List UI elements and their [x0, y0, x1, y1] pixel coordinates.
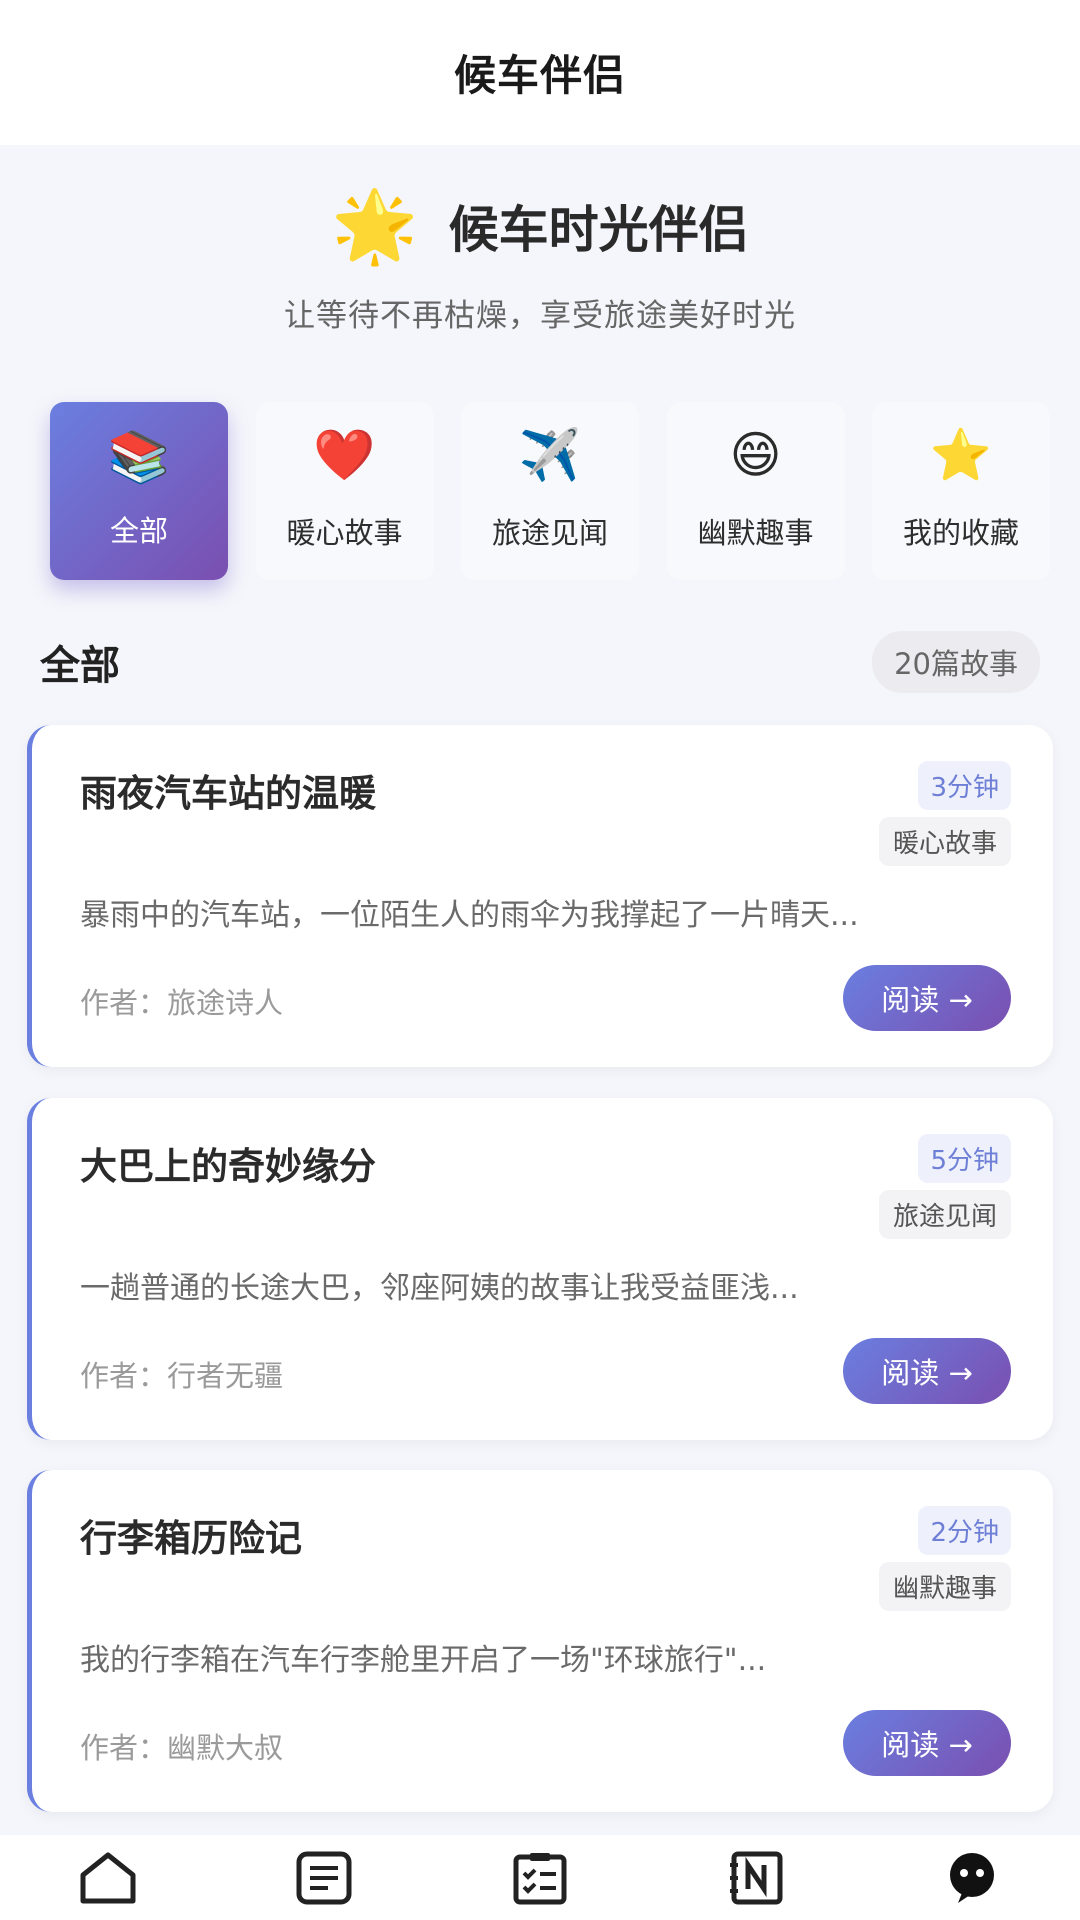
category-travel[interactable]: ✈️ 旅途见闻 — [461, 402, 639, 580]
tab-chat[interactable] — [912, 1835, 1032, 1920]
heart-icon: ❤️ — [313, 426, 376, 484]
books-icon: 📚 — [107, 428, 171, 486]
story-card[interactable]: 大巴上的奇妙缘分 5分钟 旅途见闻 一趟普通的长途大巴，邻座阿姨的故事让我受益匪… — [27, 1098, 1053, 1440]
section-title: 全部 — [40, 643, 120, 689]
category-label: 全部 — [109, 514, 168, 548]
story-title: 大巴上的奇妙缘分 — [80, 1145, 376, 1188]
checklist-icon — [513, 1852, 567, 1904]
read-time-badge: 2分钟 — [918, 1506, 1011, 1555]
category-label: 幽默趣事 — [697, 516, 814, 550]
category-label: 我的收藏 — [902, 516, 1019, 550]
category-badge: 幽默趣事 — [878, 1562, 1011, 1611]
home-icon — [80, 1852, 136, 1903]
bottom-tab-bar — [0, 1835, 1080, 1920]
tab-tasks[interactable] — [480, 1835, 600, 1920]
story-card[interactable]: 行李箱历险记 2分钟 幽默趣事 我的行李箱在汽车行李舱里开启了一场"环球旅行".… — [27, 1470, 1053, 1812]
category-humor[interactable]: 😄 幽默趣事 — [666, 402, 845, 580]
section-header: 全部 20篇故事 — [40, 631, 1040, 693]
story-excerpt: 暴雨中的汽车站，一位陌生人的雨伞为我撑起了一片晴天... — [80, 898, 859, 933]
smile-icon: 😄 — [729, 426, 782, 484]
hero-subtitle: 让等待不再枯燥，享受旅途美好时光 — [284, 298, 796, 334]
story-excerpt: 我的行李箱在汽车行李舱里开启了一场"环球旅行"... — [80, 1643, 767, 1678]
top-nav-bar: 候车伴侣 — [0, 0, 1080, 145]
read-time-badge: 3分钟 — [918, 761, 1011, 810]
story-card[interactable]: 雨夜汽车站的温暖 3分钟 暖心故事 暴雨中的汽车站，一位陌生人的雨伞为我撑起了一… — [27, 725, 1053, 1067]
category-favorites[interactable]: ⭐ 我的收藏 — [872, 402, 1050, 580]
category-tabs: 📚 全部 ❤️ 暖心故事 ✈️ 旅途见闻 😄 幽默趣事 ⭐ 我的收藏 — [50, 402, 1050, 580]
star-icon: ⭐ — [929, 426, 993, 484]
category-label: 旅途见闻 — [491, 516, 608, 550]
tab-stories[interactable] — [264, 1835, 384, 1920]
story-title: 雨夜汽车站的温暖 — [80, 772, 376, 815]
category-all[interactable]: 📚 全部 — [50, 402, 228, 580]
hero-title: 候车时光伴侣 — [448, 201, 749, 259]
story-title: 行李箱历险记 — [80, 1517, 302, 1560]
airplane-icon: ✈️ — [518, 426, 582, 484]
story-author: 作者：幽默大叔 — [80, 1731, 284, 1765]
story-author: 作者：旅途诗人 — [80, 986, 284, 1020]
story-author: 作者：行者无疆 — [80, 1359, 284, 1393]
tab-home[interactable] — [48, 1835, 168, 1920]
notebook-icon — [730, 1851, 783, 1904]
read-button[interactable]: 阅读 → — [843, 965, 1011, 1031]
category-label: 暖心故事 — [286, 516, 403, 550]
hero-row: 🌟 候车时光伴侣 — [0, 190, 1080, 262]
read-button[interactable]: 阅读 → — [843, 1710, 1011, 1776]
read-button[interactable]: 阅读 → — [843, 1338, 1011, 1404]
category-warm-stories[interactable]: ❤️ 暖心故事 — [255, 402, 434, 580]
app-title: 候车伴侣 — [453, 51, 626, 100]
story-count-badge: 20篇故事 — [872, 631, 1040, 693]
chat-bot-icon — [950, 1852, 994, 1903]
story-excerpt: 一趟普通的长途大巴，邻座阿姨的故事让我受益匪浅... — [80, 1271, 799, 1306]
category-badge: 旅途见闻 — [878, 1190, 1011, 1239]
read-time-badge: 5分钟 — [918, 1134, 1011, 1183]
sparkle-star-icon: 🌟 — [331, 185, 419, 267]
tab-notebook[interactable] — [696, 1835, 816, 1920]
category-badge: 暖心故事 — [878, 817, 1011, 866]
document-list-icon — [296, 1851, 352, 1904]
hero-section: 🌟 候车时光伴侣 让等待不再枯燥，享受旅途美好时光 — [0, 190, 1080, 335]
